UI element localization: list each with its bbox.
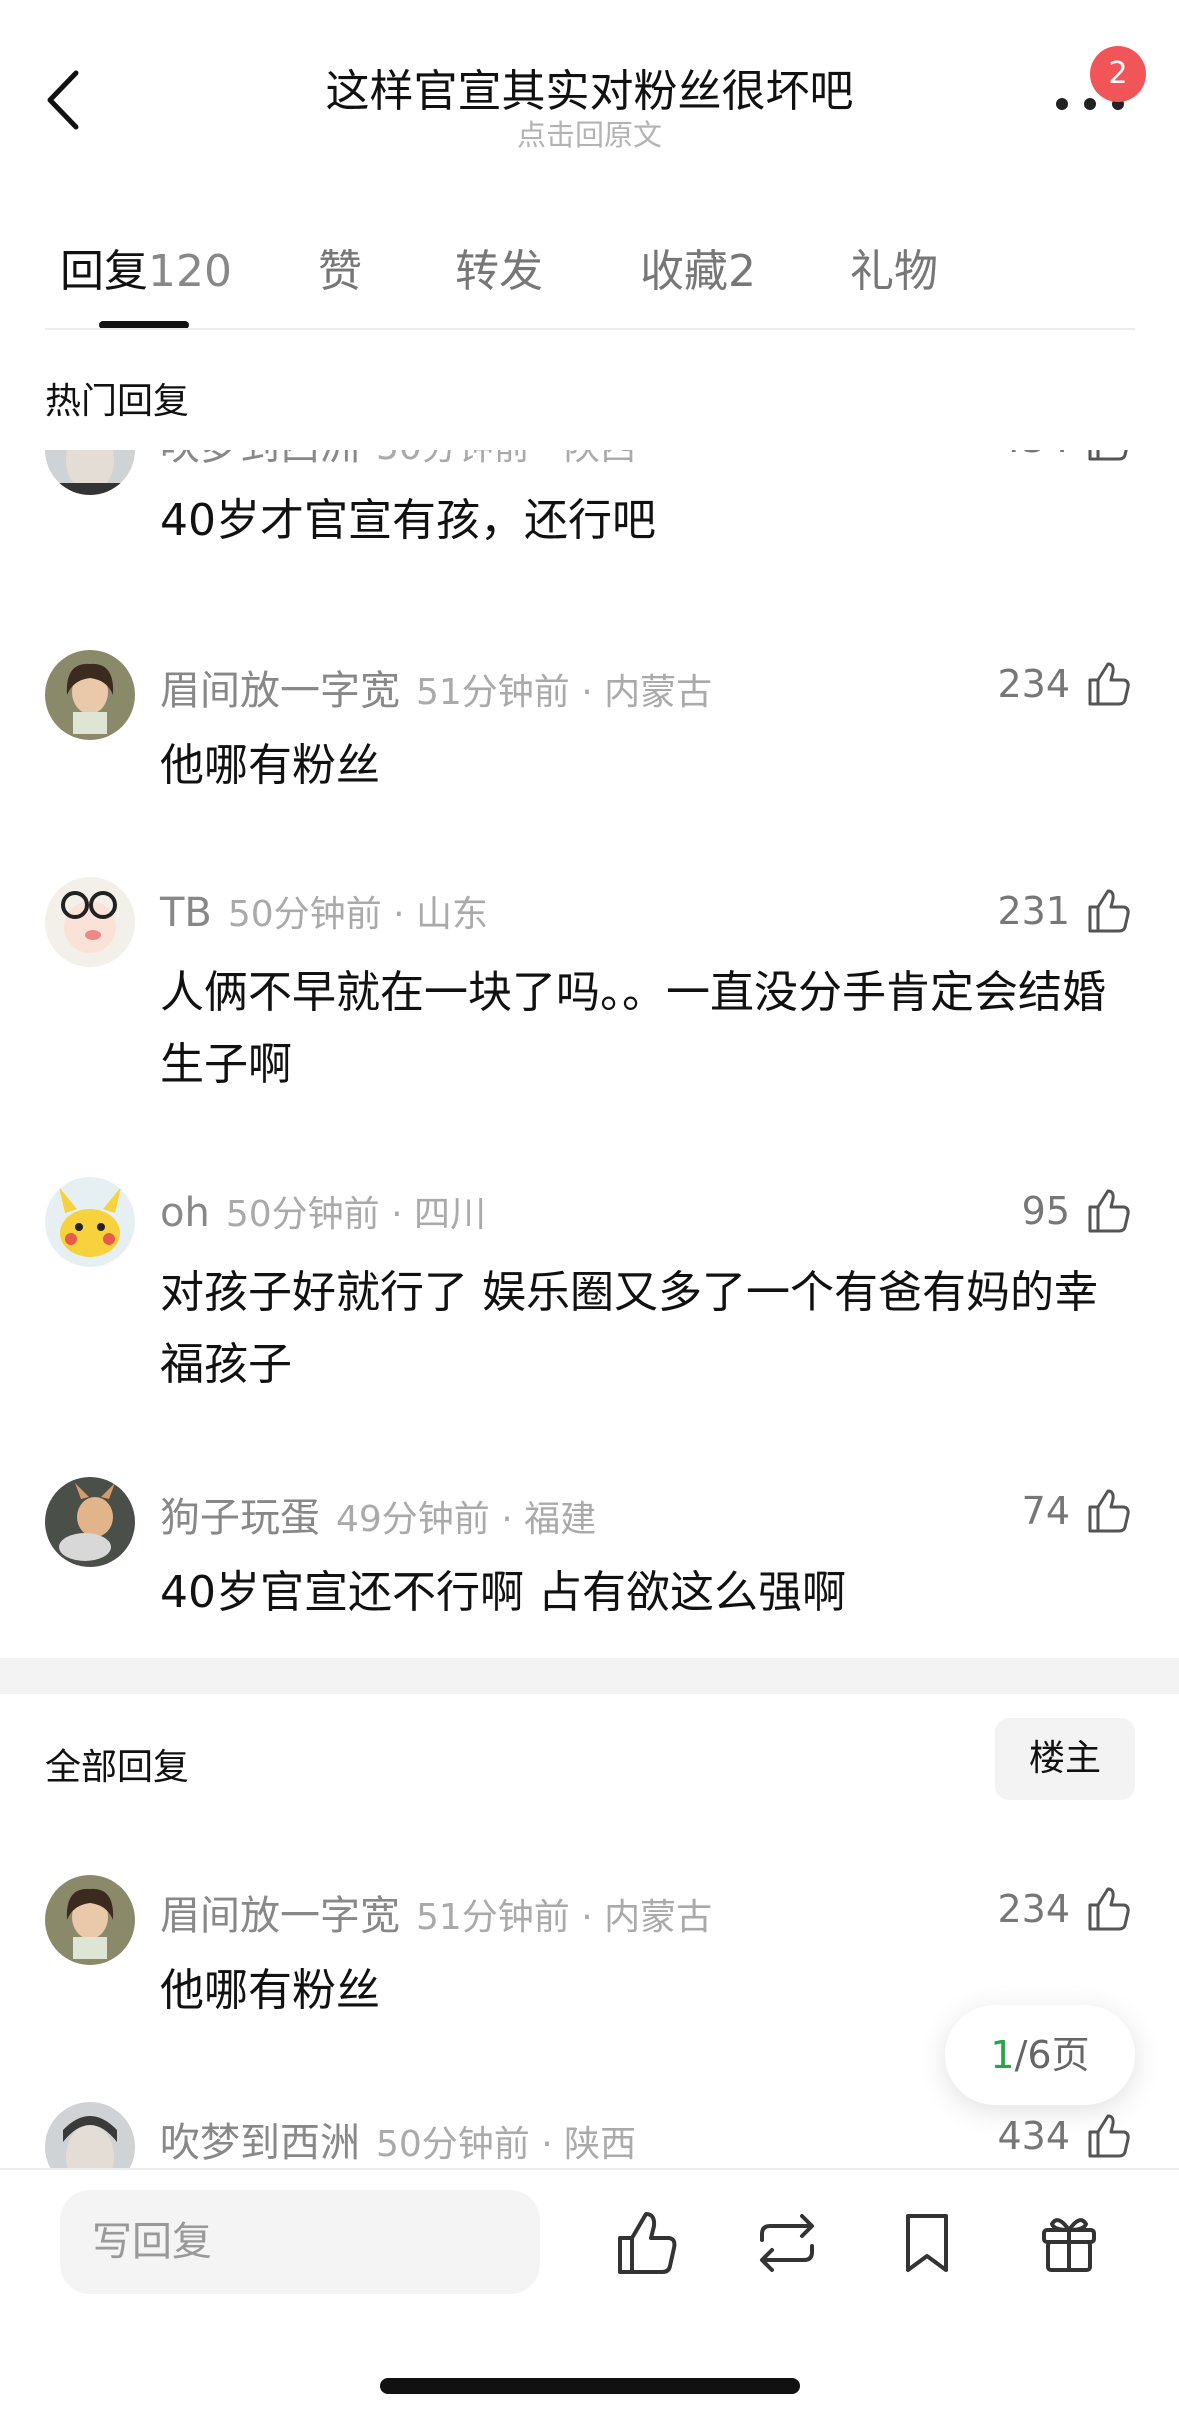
like-count: 95 — [1021, 1189, 1070, 1233]
comment-time: 50分钟前 · 山东 — [227, 894, 489, 935]
comment-text: 他哪有粉丝 — [160, 740, 380, 791]
tab-gifts[interactable]: 礼物 — [850, 235, 938, 299]
like-button[interactable]: 95 — [1022, 1185, 1134, 1237]
reply-input[interactable]: 写回复 — [60, 2190, 540, 2294]
comment-time: 50分钟前 · 陕西 — [376, 450, 636, 468]
comment-author[interactable]: 狗子玩蛋 — [160, 1495, 320, 1541]
comment-meta: 眉间放一字宽 51分钟前 · 内蒙古 — [160, 1883, 712, 1941]
tab-label: 回复 — [60, 246, 148, 297]
comment-meta: oh 50分钟前 · 四川 — [160, 1185, 486, 1237]
avatar[interactable] — [45, 650, 135, 740]
comment-meta: 眉间放一字宽 51分钟前 · 内蒙古 — [160, 658, 712, 716]
comment-text: 40岁才官宣有孩，还行吧 — [160, 495, 656, 546]
bookmark-icon — [906, 2214, 948, 2272]
more-icon — [1056, 98, 1068, 110]
like-button[interactable] — [612, 2208, 682, 2278]
section-separator — [0, 1658, 1179, 1694]
comment-time: 50分钟前 · 四川 — [225, 1194, 486, 1235]
thumbs-up-icon — [1088, 662, 1130, 706]
avatar[interactable] — [45, 1875, 135, 1965]
hot-replies-title: 热门回复 — [45, 381, 190, 422]
thumbs-up-icon — [1088, 1189, 1130, 1233]
bottom-action-bar: 写回复 — [0, 2168, 1179, 2418]
like-button[interactable]: 74 — [1022, 1485, 1134, 1537]
tab-label: 收藏 — [640, 246, 728, 297]
top-bar: 这样官宣其实对粉丝很坏吧 点击回原文 2 — [0, 0, 1179, 180]
tab-likes[interactable]: 赞 — [318, 235, 362, 299]
comment-time: 49分钟前 · 福建 — [336, 1499, 597, 1540]
like-count: 231 — [997, 889, 1070, 933]
hot-replies-list: 吹梦到西洲 50分钟前 · 陕西 434 40岁才官宣有孩，还行吧 眉间放一字宽 5… — [0, 450, 1179, 1650]
tab-replies[interactable]: 回复120 — [60, 235, 232, 299]
thumbs-up-icon — [1088, 2114, 1130, 2158]
comment-author[interactable]: TB — [160, 890, 212, 936]
tab-count: 120 — [148, 246, 232, 297]
gift-icon — [1042, 2218, 1096, 2272]
page-indicator[interactable]: 1/6页 — [945, 2005, 1135, 2105]
tab-reposts[interactable]: 转发 — [455, 235, 543, 299]
like-count: 74 — [1021, 1489, 1070, 1533]
comment-time: 50分钟前 · 陕西 — [376, 2124, 637, 2165]
like-count: 434 — [997, 450, 1070, 461]
comment-meta: 吹梦到西洲 50分钟前 · 陕西 — [160, 2110, 636, 2168]
avatar[interactable] — [45, 877, 135, 967]
notification-badge: 2 — [1090, 46, 1146, 102]
thumbs-up-icon — [1088, 1887, 1130, 1931]
comment-author[interactable]: 眉间放一字宽 — [160, 668, 400, 714]
thumbs-up-icon — [1088, 889, 1130, 933]
current-page: 1 — [990, 2033, 1015, 2077]
comment-author[interactable]: oh — [160, 1190, 210, 1236]
more-icon-dot — [1084, 98, 1096, 110]
comment-meta: TB 50分钟前 · 山东 — [160, 885, 488, 937]
back-to-original-link[interactable]: 点击回原文 — [0, 112, 1179, 154]
tab-bar: 回复120 赞 转发 收藏2 礼物 — [0, 225, 1179, 330]
tab-favorites[interactable]: 收藏2 — [640, 235, 756, 299]
like-count: 234 — [997, 662, 1070, 706]
gift-button[interactable] — [1034, 2208, 1104, 2278]
avatar[interactable] — [45, 2102, 135, 2168]
comment-time: 51分钟前 · 内蒙古 — [416, 672, 713, 713]
repost-icon — [760, 2214, 814, 2272]
repost-button[interactable] — [752, 2208, 822, 2278]
comment-author[interactable]: 吹梦到西洲 — [160, 450, 360, 469]
comment-text: 40岁官宣还不行啊 占有欲这么强啊 — [160, 1567, 846, 1618]
total-pages: /6页 — [1014, 2033, 1090, 2077]
page-title[interactable]: 这样官宣其实对粉丝很坏吧 — [0, 55, 1179, 119]
thumbs-up-icon — [1088, 450, 1128, 461]
all-replies-title: 全部回复 — [45, 1747, 190, 1788]
avatar[interactable] — [45, 450, 135, 495]
like-button[interactable]: 434 — [997, 450, 1134, 465]
home-indicator[interactable] — [380, 2378, 800, 2394]
like-count: 234 — [997, 1887, 1070, 1931]
comment-time: 51分钟前 · 内蒙古 — [416, 1897, 713, 1938]
comment-author[interactable]: 眉间放一字宽 — [160, 1893, 400, 1939]
avatar[interactable] — [45, 1177, 135, 1267]
bookmark-button[interactable] — [892, 2208, 962, 2278]
comment-text: 人俩不早就在一块了吗。。一直没分手肯定会结婚生子啊 — [160, 967, 1106, 1090]
owner-filter-button[interactable]: 楼主 — [995, 1718, 1135, 1800]
comment-meta: 狗子玩蛋 49分钟前 · 福建 — [160, 1485, 596, 1543]
like-count: 434 — [997, 2114, 1070, 2158]
like-icon — [618, 2212, 677, 2274]
divider — [45, 328, 1135, 330]
comment-author[interactable]: 吹梦到西洲 — [160, 2120, 360, 2166]
thumbs-up-icon — [1088, 1489, 1130, 1533]
tab-count: 2 — [728, 246, 756, 297]
like-button[interactable]: 234 — [997, 658, 1134, 710]
like-button[interactable]: 434 — [997, 2110, 1134, 2162]
comment-meta: 吹梦到西洲 50分钟前 · 陕西 — [160, 450, 636, 471]
like-button[interactable]: 231 — [997, 885, 1134, 937]
avatar[interactable] — [45, 1477, 135, 1567]
like-button[interactable]: 234 — [997, 1883, 1134, 1935]
comment-text: 对孩子好就行了 娱乐圈又多了一个有爸有妈的幸福孩子 — [160, 1267, 1098, 1390]
